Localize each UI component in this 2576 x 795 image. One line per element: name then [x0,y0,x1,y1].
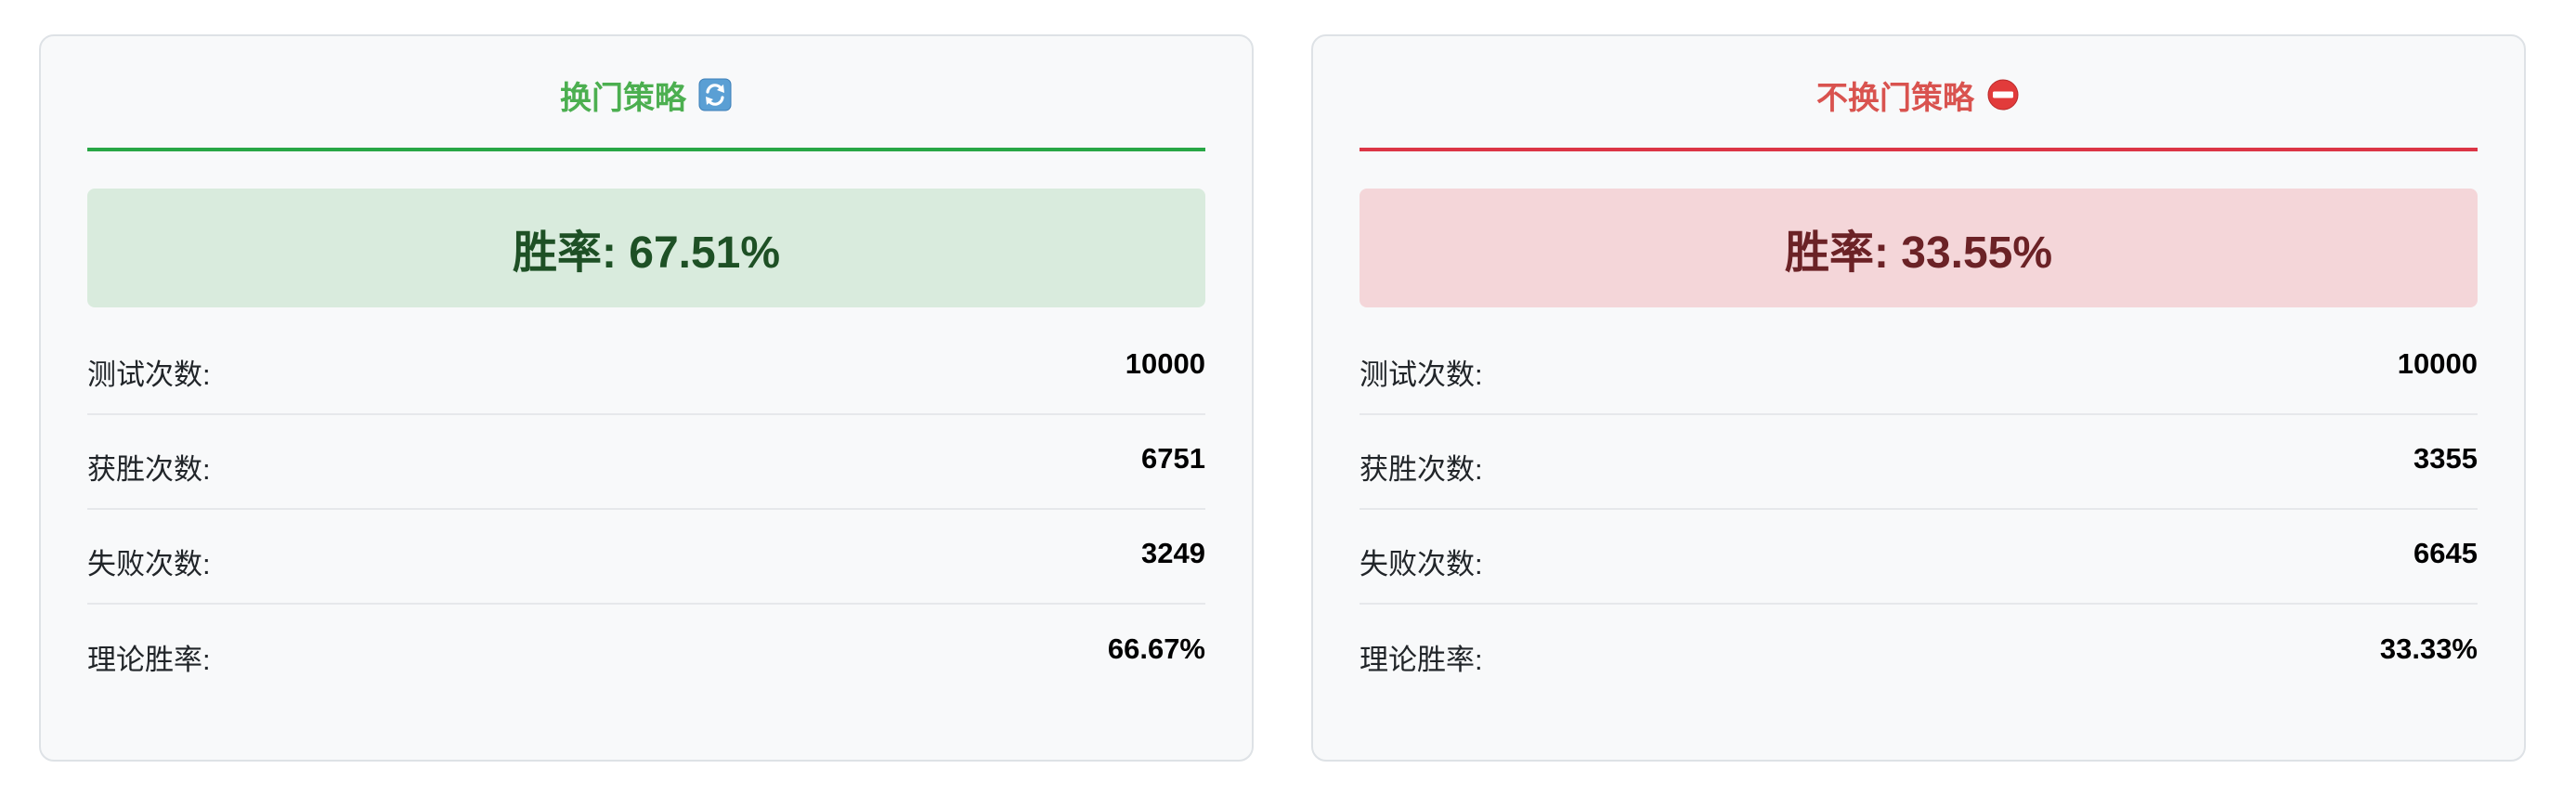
stat-row-wins: 获胜次数: 3355 [1360,415,2478,510]
switch-card-header: 换门策略 [87,36,1205,151]
stat-value: 3249 [1141,537,1205,569]
stat-label: 获胜次数: [87,452,211,486]
stat-label: 获胜次数: [1360,452,1483,486]
switch-stats-list: 测试次数: 10000 获胜次数: 6751 失败次数: 3249 理论胜率: … [87,320,1205,699]
stat-row-theoretical: 理论胜率: 66.67% [87,605,1205,699]
stat-row-tests: 测试次数: 10000 [87,320,1205,415]
stat-row-theoretical: 理论胜率: 33.33% [1360,605,2478,699]
stat-row-wins: 获胜次数: 6751 [87,415,1205,510]
stay-stats-list: 测试次数: 10000 获胜次数: 3355 失败次数: 6645 理论胜率: … [1360,320,2478,699]
stat-value: 10000 [1125,347,1205,380]
stat-value: 66.67% [1107,632,1205,665]
stat-label: 失败次数: [1360,547,1483,580]
switch-card-title: 换门策略 [560,80,686,116]
stat-value: 6751 [1141,442,1205,475]
stay-card-header: 不换门策略 [1360,36,2478,151]
stat-label: 测试次数: [87,358,211,391]
stat-row-losses: 失败次数: 6645 [1360,510,2478,605]
stat-value: 6645 [2413,537,2478,569]
switch-win-rate: 胜率: 67.51% [87,189,1205,307]
stat-value: 33.33% [2379,632,2478,665]
stay-win-rate: 胜率: 33.55% [1360,189,2478,307]
stay-card-title: 不换门策略 [1816,80,1974,116]
stat-row-losses: 失败次数: 3249 [87,510,1205,605]
stat-label: 理论胜率: [1360,643,1483,676]
stay-strategy-card: 不换门策略 胜率: 33.55% 测试次数: 10000 获胜次数: 3355 … [1311,34,2526,762]
stat-label: 理论胜率: [87,643,211,676]
refresh-icon [697,77,733,112]
results-container: 换门策略 胜率: 67.51% 测试次数: 10000 获胜次数: 6751 失… [0,0,2576,795]
stat-row-tests: 测试次数: 10000 [1360,320,2478,415]
stat-label: 失败次数: [87,547,211,580]
stat-value: 10000 [2397,347,2478,380]
no-entry-icon [1985,77,2021,112]
stat-label: 测试次数: [1360,358,1483,391]
switch-strategy-card: 换门策略 胜率: 67.51% 测试次数: 10000 获胜次数: 6751 失… [39,34,1254,762]
stat-value: 3355 [2413,442,2478,475]
